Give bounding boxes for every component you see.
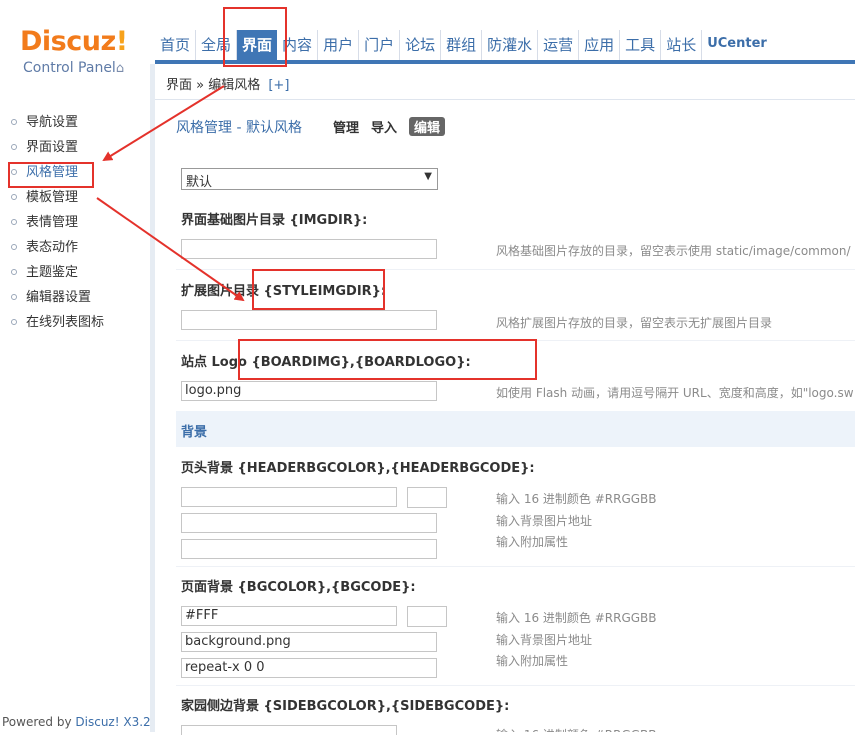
discuz-logo: Discuz!	[20, 26, 128, 57]
nav-operations[interactable]: 运营	[538, 30, 580, 60]
main-content: 风格管理 - 默认风格 管理 导入 编辑 默认 ▼ 界面基础图片目录 {IMGDI…	[155, 100, 855, 735]
headerbg-color-input[interactable]	[181, 487, 397, 507]
control-panel-label: Control Panel⌂	[23, 60, 125, 76]
nav-forum[interactable]: 论坛	[400, 30, 442, 60]
tab-edit[interactable]: 编辑	[409, 117, 446, 136]
imgdir-label: 界面基础图片目录 {IMGDIR}:	[181, 213, 368, 228]
sidebg-color-input[interactable]	[181, 725, 397, 735]
home-icon[interactable]: ⌂	[116, 61, 124, 76]
bg-color-swatch[interactable]	[407, 606, 447, 627]
headerbg-extra-hint: 输入附加属性	[496, 535, 569, 549]
nav-apps[interactable]: 应用	[579, 30, 621, 60]
bullet-icon	[11, 244, 17, 250]
bg-extra-hint: 输入附加属性	[496, 654, 569, 668]
sidebg-color-hint: 输入 16 进制颜色 #RRGGBB	[496, 726, 657, 732]
sidebar-item-template-manage[interactable]: 模板管理	[0, 187, 104, 212]
nav-group[interactable]: 群组	[441, 30, 483, 60]
nav-admin[interactable]: 站长	[661, 30, 703, 60]
tab-import[interactable]: 导入	[371, 117, 397, 136]
sidebar-item-smiley-manage[interactable]: 表情管理	[0, 212, 104, 237]
sidebar-item-click-actions[interactable]: 表态动作	[0, 237, 104, 262]
bullet-icon	[11, 269, 17, 275]
page-title: 风格管理 - 默认风格	[176, 120, 302, 136]
headerbg-extra-input[interactable]	[181, 539, 437, 559]
breadcrumb-add-button[interactable]: [+]	[268, 78, 289, 93]
sidebar-item-interface-settings[interactable]: 界面设置	[0, 137, 104, 162]
style-select[interactable]: 默认 ▼	[181, 168, 438, 190]
sidebar-item-thread-stamp[interactable]: 主题鉴定	[0, 262, 104, 287]
background-section-band	[176, 411, 855, 447]
powered-by-link[interactable]: Discuz! X3.2	[75, 715, 150, 729]
sidebar-item-editor-settings[interactable]: 编辑器设置	[0, 287, 104, 312]
boardimg-input[interactable]: logo.png	[181, 381, 437, 401]
row-divider	[176, 685, 855, 686]
breadcrumb-text: 界面 » 编辑风格	[166, 78, 261, 93]
headerbg-color-hint: 输入 16 进制颜色 #RRGGBB	[496, 492, 657, 506]
bullet-icon	[11, 144, 17, 150]
sidebg-label: 家园侧边背景 {SIDEBGCOLOR},{SIDEBGCODE}:	[181, 699, 510, 714]
boardimg-hint: 如使用 Flash 动画，请用逗号隔开 URL、宽度和高度，如"logo.sw	[496, 386, 854, 400]
imgdir-hint: 风格基础图片存放的目录，留空表示使用 static/image/common/	[496, 244, 851, 258]
bullet-icon	[11, 294, 17, 300]
powered-by: Powered by Discuz! X3.2	[2, 715, 151, 729]
annotation-box-sidebar	[8, 162, 94, 188]
bg-image-hint: 输入背景图片地址	[496, 633, 593, 647]
annotation-box-styleimgdir	[252, 269, 385, 310]
bg-image-input[interactable]: background.png	[181, 632, 437, 652]
sidebar-item-nav-settings[interactable]: 导航设置	[0, 112, 104, 137]
headerbg-label: 页头背景 {HEADERBGCOLOR},{HEADERBGCODE}:	[181, 461, 535, 476]
sidebar-item-online-icons[interactable]: 在线列表图标	[0, 312, 104, 337]
tab-manage[interactable]: 管理	[333, 117, 359, 136]
background-section-title: 背景	[181, 425, 208, 440]
bg-color-hint: 输入 16 进制颜色 #RRGGBB	[496, 611, 657, 625]
nav-tools[interactable]: 工具	[620, 30, 662, 60]
nav-home[interactable]: 首页	[155, 30, 197, 60]
bullet-icon	[11, 194, 17, 200]
headerbg-image-input[interactable]	[181, 513, 437, 533]
nav-portal[interactable]: 门户	[359, 30, 401, 60]
nav-ucenter[interactable]: UCenter	[702, 30, 772, 60]
nav-antispam[interactable]: 防灌水	[482, 30, 539, 60]
bullet-icon	[11, 119, 17, 125]
breadcrumb: 界面 » 编辑风格 [+]	[155, 64, 855, 100]
imgdir-input[interactable]	[181, 239, 437, 259]
styleimgdir-input[interactable]	[181, 310, 437, 330]
headerbg-image-hint: 输入背景图片地址	[496, 514, 593, 528]
bullet-icon	[11, 319, 17, 325]
sidebar-menu: 导航设置 界面设置 风格管理 模板管理 表情管理 表态动作 主题鉴定 编辑器设置…	[0, 112, 104, 337]
dropdown-arrow-icon: ▼	[424, 171, 432, 182]
annotation-box-nav	[223, 7, 287, 67]
bg-color-input[interactable]: #FFF	[181, 606, 397, 626]
annotation-box-boardimg	[238, 339, 537, 380]
styleimgdir-hint: 风格扩展图片存放的目录，留空表示无扩展图片目录	[496, 316, 773, 330]
bg-extra-input[interactable]: repeat-x 0 0	[181, 658, 437, 678]
bullet-icon	[11, 219, 17, 225]
action-tabs: 管理 导入 编辑	[333, 117, 457, 136]
headerbg-color-swatch[interactable]	[407, 487, 447, 508]
nav-users[interactable]: 用户	[318, 30, 360, 60]
row-divider	[176, 566, 855, 567]
bg-label: 页面背景 {BGCOLOR},{BGCODE}:	[181, 580, 416, 595]
